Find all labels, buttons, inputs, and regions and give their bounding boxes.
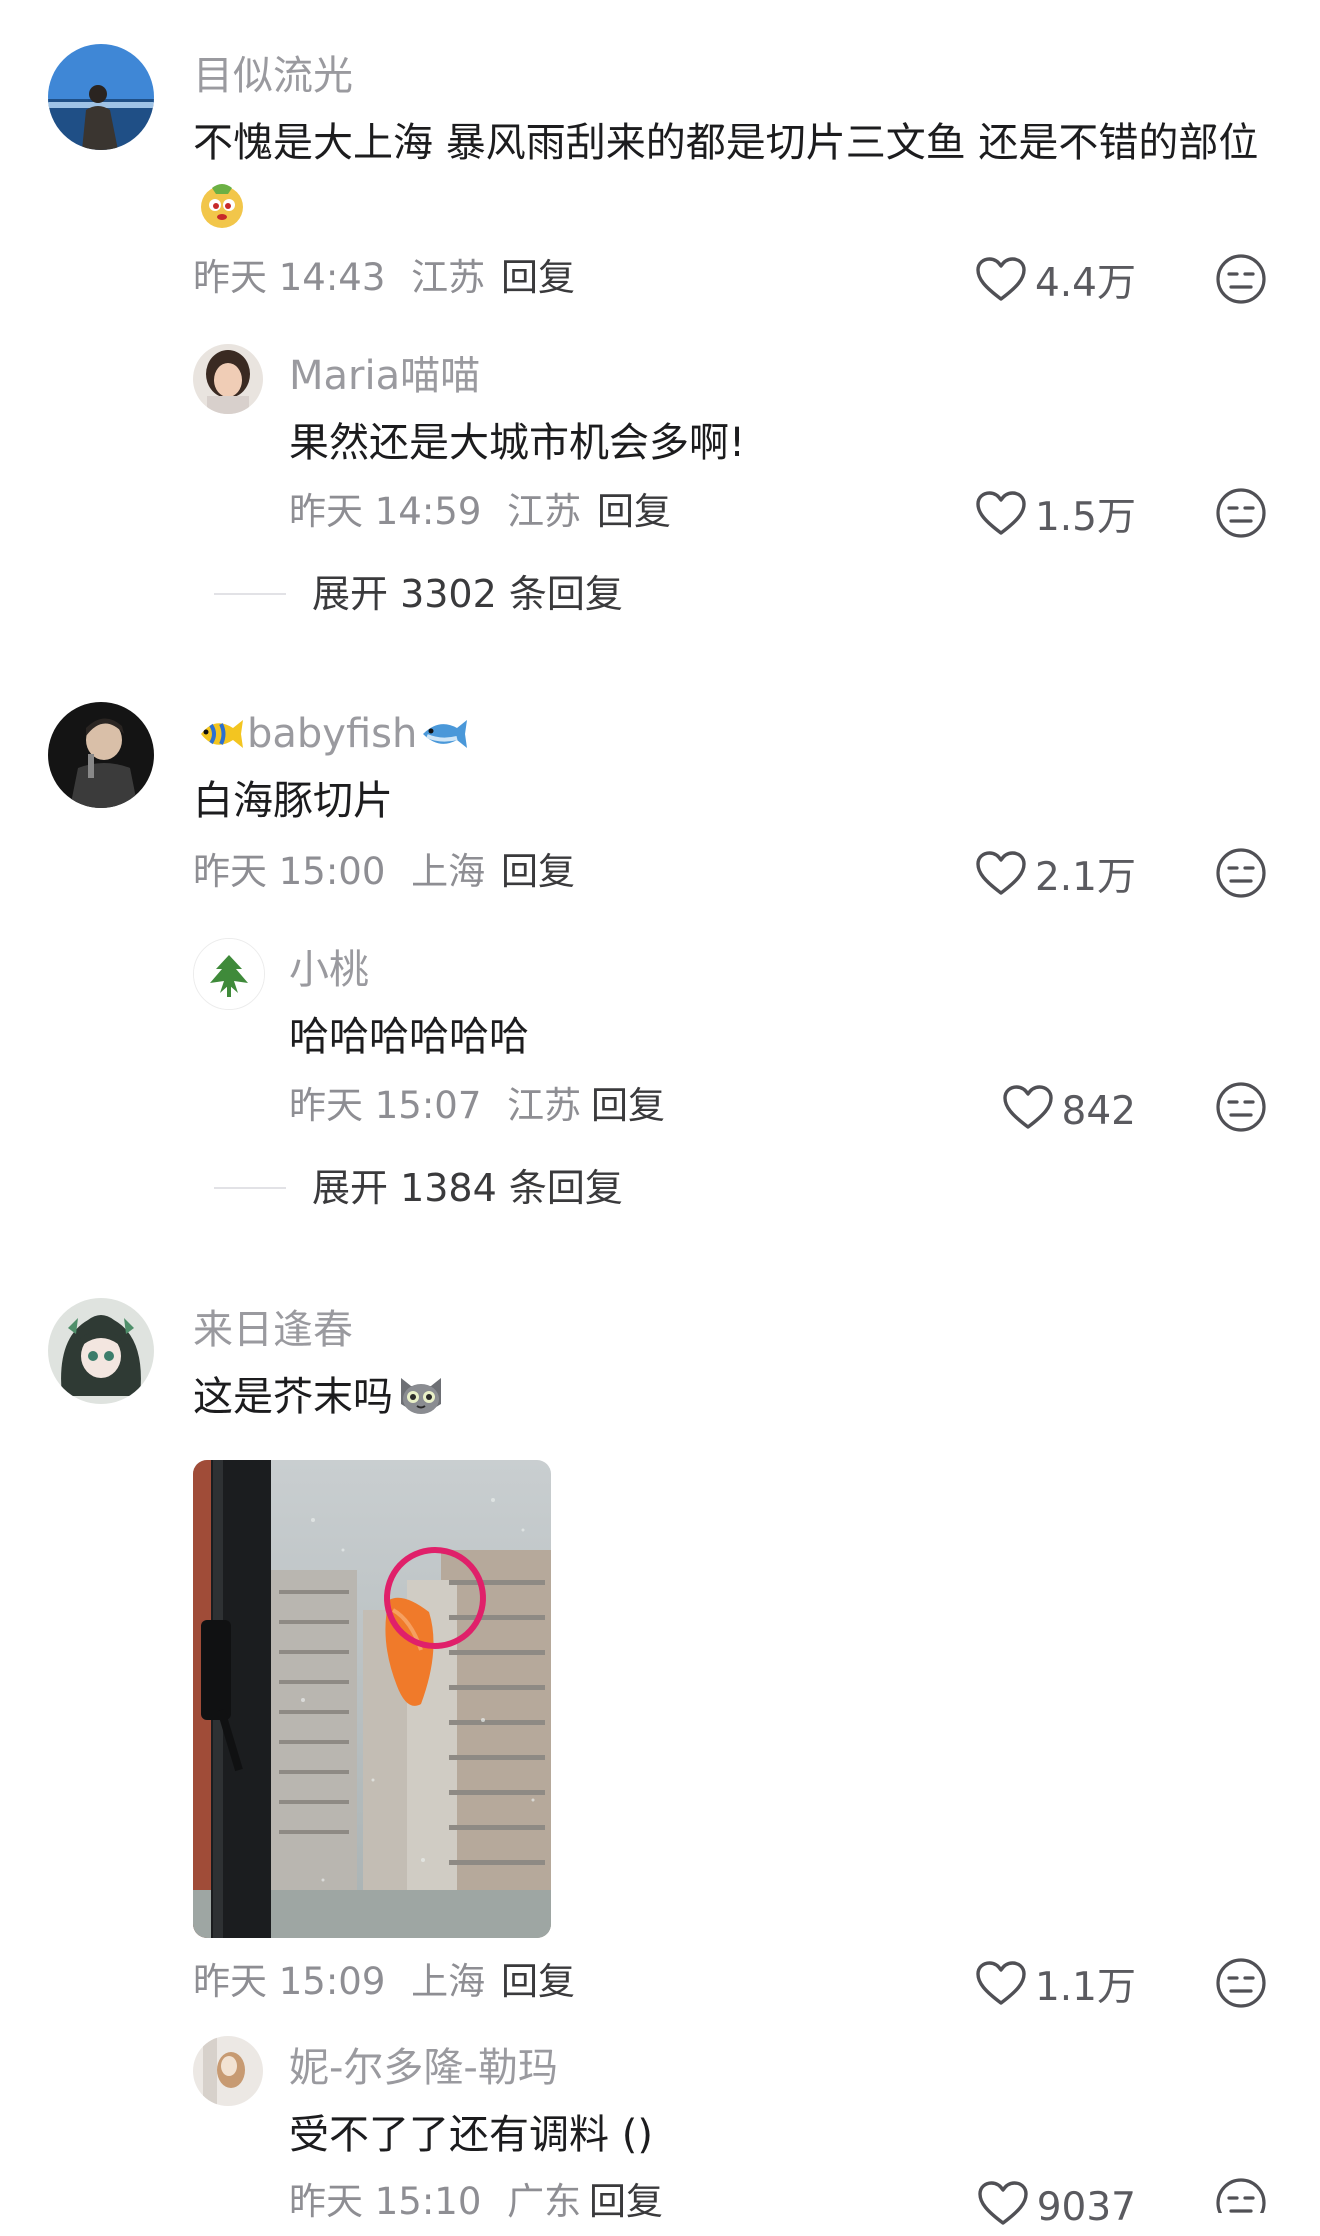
timestamp: 昨天 14:43 (193, 256, 386, 299)
location: 广东 (507, 2180, 582, 2223)
timestamp: 昨天 14:59 (289, 490, 482, 533)
comment-meta: 昨天 15:00 上海 (193, 850, 485, 894)
timestamp: 昨天 15:10 (289, 2180, 482, 2223)
like-count: 842 (1061, 1089, 1136, 1134)
timestamp: 昨天 15:09 (193, 1960, 386, 2003)
reply-username[interactable]: 妮-尔多隆-勒玛 (289, 2044, 558, 2092)
meh-face-icon[interactable] (1215, 1957, 1267, 2009)
comment-text: 白海豚切片 (193, 778, 393, 824)
like-button[interactable]: 1.1万 (975, 1960, 1136, 2016)
location: 江苏 (507, 1084, 582, 1127)
comment-text: 不愧是大上海 暴风雨刮来的都是切片三文鱼 还是不错的部位 (193, 110, 1273, 242)
tropical-fish-icon (193, 712, 247, 756)
like-button[interactable]: 9037 (977, 2180, 1136, 2236)
location: 上海 (411, 1960, 486, 2003)
heart-outline-icon (975, 256, 1027, 312)
comment-text-body: 不愧是大上海 暴风雨刮来的都是切片三文鱼 还是不错的部位 (193, 120, 1259, 166)
reply-button[interactable]: 回复 (501, 1960, 575, 2004)
username[interactable]: 来日逢春 (193, 1306, 353, 1354)
reply-username[interactable]: Maria喵喵 (289, 352, 480, 400)
like-count: 2.1万 (1034, 855, 1136, 900)
location: 江苏 (507, 490, 582, 533)
heart-outline-icon (975, 1960, 1027, 2016)
cat-face-icon (395, 1366, 447, 1418)
timestamp: 昨天 15:00 (193, 850, 386, 893)
reply-text: 果然还是大城市机会多啊! (289, 420, 746, 466)
divider (214, 593, 286, 595)
heart-outline-icon (977, 2180, 1029, 2236)
reply-meta: 昨天 15:07 江苏 (289, 1084, 581, 1128)
comment-text-body: 这是芥末吗 (193, 1374, 393, 1420)
heart-outline-icon (975, 490, 1027, 546)
username[interactable]: 目似流光 (193, 52, 353, 100)
comment-meta: 昨天 15:09 上海 (193, 1960, 485, 2004)
reply-button[interactable]: 回复 (591, 1084, 665, 1128)
meh-face-icon[interactable] (1215, 2177, 1267, 2213)
reply-button[interactable]: 回复 (501, 850, 575, 894)
like-count: 4.4万 (1034, 261, 1136, 306)
user-avatar[interactable] (48, 1298, 154, 1404)
reply-meta: 昨天 14:59 江苏 (289, 490, 581, 534)
location: 江苏 (411, 256, 486, 299)
like-button[interactable]: 4.4万 (975, 256, 1136, 312)
user-avatar[interactable] (48, 702, 154, 808)
like-button[interactable]: 1.5万 (975, 490, 1136, 546)
username-text: babyfish (247, 711, 418, 757)
reply-text: 受不了了还有调料 () (289, 2112, 653, 2158)
expand-replies-button[interactable]: 展开 1384 条回复 (214, 1166, 623, 1210)
reply-text: 哈哈哈哈哈哈 (289, 1014, 529, 1060)
reply-button[interactable]: 回复 (597, 490, 671, 534)
expand-label: 展开 1384 条回复 (312, 1166, 623, 1210)
meh-face-icon[interactable] (1215, 1081, 1267, 1133)
user-avatar[interactable] (48, 44, 154, 150)
cartoon-face-emoji-icon (197, 180, 247, 230)
reply-button[interactable]: 回复 (501, 256, 575, 300)
like-count: 9037 (1036, 2185, 1136, 2230)
expand-label: 展开 3302 条回复 (312, 572, 623, 616)
location: 上海 (411, 850, 486, 893)
reply-user-avatar[interactable] (193, 344, 263, 414)
like-button[interactable]: 2.1万 (975, 850, 1136, 906)
like-count: 1.5万 (1034, 495, 1136, 540)
comment-meta: 昨天 14:43 江苏 (193, 256, 485, 300)
reply-user-avatar[interactable] (193, 938, 265, 1010)
like-count: 1.1万 (1034, 1965, 1136, 2010)
heart-outline-icon (975, 850, 1027, 906)
timestamp: 昨天 15:07 (289, 1084, 482, 1127)
expand-replies-button[interactable]: 展开 3302 条回复 (214, 572, 623, 616)
meh-face-icon[interactable] (1215, 253, 1267, 305)
reply-user-avatar[interactable] (193, 2036, 263, 2106)
reply-username[interactable]: 小桃 (289, 946, 369, 994)
fish-icon (417, 712, 471, 756)
meh-face-icon[interactable] (1215, 847, 1267, 899)
comment-text: 这是芥末吗 (193, 1364, 447, 1430)
divider (214, 1187, 286, 1189)
comment-image[interactable] (193, 1460, 551, 1938)
heart-outline-icon (1002, 1084, 1054, 1140)
like-button[interactable]: 842 (1002, 1084, 1136, 1140)
username[interactable]: babyfish (193, 710, 471, 758)
reply-meta: 昨天 15:10 广东 (289, 2180, 581, 2224)
reply-button[interactable]: 回复 (589, 2180, 663, 2224)
meh-face-icon[interactable] (1215, 487, 1267, 539)
